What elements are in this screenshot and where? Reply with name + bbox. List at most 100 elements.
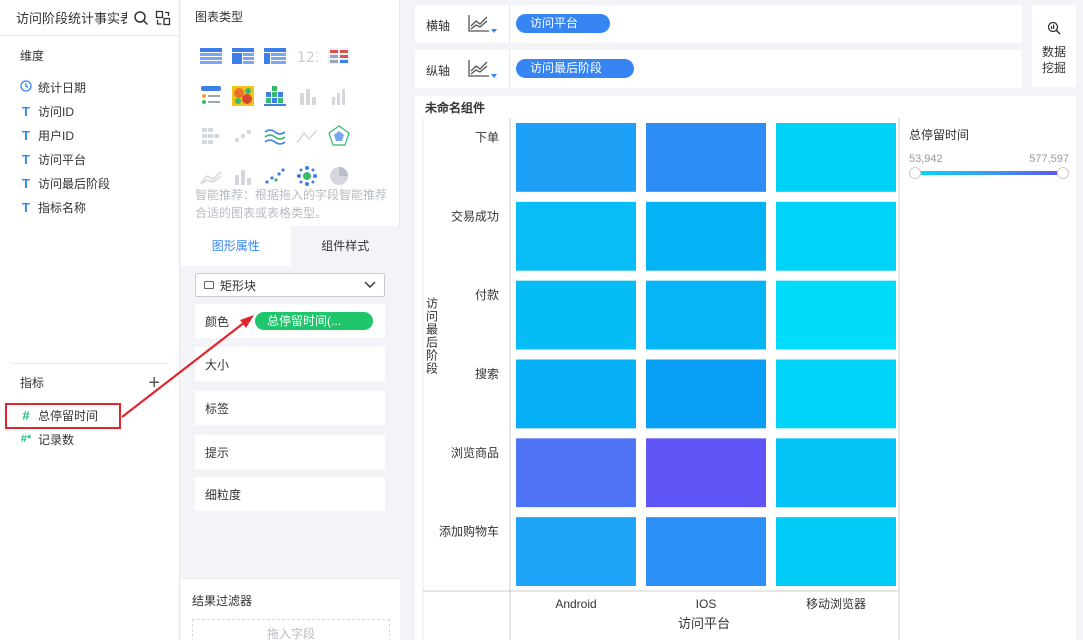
bar-grey-2-icon[interactable] bbox=[323, 76, 355, 116]
matrix-icon[interactable] bbox=[259, 76, 291, 116]
legend-max: 577,597 bbox=[1029, 153, 1069, 165]
line-chart-dropdown-icon[interactable] bbox=[467, 58, 499, 80]
svg-text:123: 123 bbox=[297, 50, 318, 64]
pivot-number-icon[interactable] bbox=[323, 36, 355, 76]
y-tick-label: 浏览商品 bbox=[451, 445, 499, 460]
kpi-number-icon[interactable]: 123 bbox=[291, 36, 323, 76]
clock-icon bbox=[20, 79, 32, 95]
y-axis-field-pill[interactable]: 访问最后阶段 bbox=[516, 59, 634, 78]
heatmap-cell bbox=[646, 517, 766, 586]
dimension-field-metric-name[interactable]: T 指标名称 bbox=[0, 195, 179, 219]
text-type-icon: T bbox=[22, 199, 30, 215]
tooltip-property-row[interactable]: 提示 bbox=[195, 435, 385, 469]
chart-type-title: 图表类型 bbox=[195, 10, 244, 24]
chevron-down-icon bbox=[364, 278, 376, 292]
heatmap-cell bbox=[646, 201, 766, 271]
measure-field-record-count[interactable]: #* 记录数 bbox=[0, 427, 180, 451]
dimension-title-text: 维度 bbox=[20, 49, 45, 63]
y-axis-title-char: 访 bbox=[426, 297, 438, 311]
chart-component: 未命名组件 下单 交易成功 付款 搜索 浏览商品 添加购物车 Android IOS 移动浏览器… bbox=[415, 96, 1076, 640]
dimension-field-visit-id[interactable]: T 访问ID bbox=[0, 99, 179, 123]
field-label: 访问平台 bbox=[38, 152, 87, 167]
add-measure-icon[interactable]: + bbox=[148, 373, 160, 393]
chart-config-panel: 图表类型 123 智能推荐：根据拖入的字段智能推荐合适的图表或表格类型。 图形属… bbox=[181, 0, 400, 640]
heatmap-cell bbox=[776, 280, 896, 350]
dimension-field-user-id[interactable]: T 用户ID bbox=[0, 123, 179, 147]
data-mining-icon bbox=[1032, 21, 1076, 38]
dimension-field-platform[interactable]: T 访问平台 bbox=[0, 147, 179, 171]
divider bbox=[509, 5, 510, 43]
number-type-icon: #* bbox=[20, 433, 32, 445]
scatter-grey-icon[interactable] bbox=[227, 116, 259, 156]
list-card-icon[interactable] bbox=[195, 76, 227, 116]
tab-component-style[interactable]: 组件样式 bbox=[290, 226, 400, 266]
data-mining-button[interactable]: 数据挖掘 bbox=[1032, 5, 1076, 87]
table-icon[interactable] bbox=[195, 36, 227, 76]
heatmap-cell bbox=[516, 438, 636, 508]
x-tick-label: IOS bbox=[696, 597, 717, 611]
graph-properties-panel: 矩形块 颜色 总停留时间(... 大小 标签 提示 细粒度 bbox=[181, 266, 400, 578]
radar-icon[interactable] bbox=[323, 116, 355, 156]
field-label: 指标名称 bbox=[38, 200, 87, 215]
granularity-property-row[interactable]: 细粒度 bbox=[195, 477, 385, 511]
heatmap-cell bbox=[776, 517, 896, 586]
chart-type-grid: 123 bbox=[195, 36, 387, 196]
search-icon[interactable] bbox=[133, 10, 149, 26]
heatmap-icon[interactable] bbox=[227, 76, 259, 116]
rectangle-icon bbox=[204, 281, 214, 289]
dimension-field-last-stage[interactable]: T 访问最后阶段 bbox=[0, 171, 179, 195]
legend-gradient bbox=[909, 167, 1069, 179]
divider bbox=[509, 50, 510, 88]
grouped-table-icon[interactable] bbox=[227, 36, 259, 76]
data-mining-label: 数据挖掘 bbox=[1041, 45, 1066, 75]
switch-datasource-icon[interactable] bbox=[155, 10, 171, 26]
line-grey-icon[interactable] bbox=[291, 116, 323, 156]
shape-select[interactable]: 矩形块 bbox=[195, 273, 385, 297]
cross-table-icon[interactable] bbox=[259, 36, 291, 76]
highlight-box bbox=[5, 403, 121, 429]
datasource-title: 访问阶段统计事实表 bbox=[16, 11, 127, 26]
heatmap-cell bbox=[646, 359, 766, 429]
stacked-grid-icon[interactable] bbox=[195, 116, 227, 156]
field-label: 统计日期 bbox=[38, 80, 87, 95]
heatmap-cell bbox=[646, 123, 766, 192]
legend-min: 53,942 bbox=[909, 153, 943, 165]
x-tick-label: 移动浏览器 bbox=[806, 596, 866, 611]
smart-recommend-text: 智能推荐：根据拖入的字段智能推荐合适的图表或表格类型。 bbox=[195, 188, 388, 220]
x-axis-label: 横轴 bbox=[426, 19, 451, 33]
heatmap-cell bbox=[516, 359, 636, 429]
filter-drop-zone[interactable]: 拖入字段 bbox=[192, 619, 390, 640]
color-field-pill[interactable]: 总停留时间(... bbox=[255, 312, 374, 330]
y-axis-title-char: 阶 bbox=[426, 349, 438, 363]
heatmap-cell bbox=[776, 438, 896, 508]
wave-line-icon[interactable] bbox=[259, 116, 291, 156]
shape-select-value: 矩形块 bbox=[220, 278, 257, 293]
y-tick-label: 搜索 bbox=[475, 366, 499, 381]
legend-gradient-bar bbox=[919, 171, 1057, 175]
text-type-icon: T bbox=[22, 151, 30, 167]
size-property-row[interactable]: 大小 bbox=[195, 347, 385, 381]
line-chart-dropdown-icon[interactable] bbox=[467, 13, 499, 35]
color-property-row[interactable]: 颜色 总停留时间(... bbox=[195, 304, 385, 338]
tab-graph-properties[interactable]: 图形属性 bbox=[181, 226, 291, 266]
heatmap-cell bbox=[516, 517, 636, 586]
heatmap-cell bbox=[776, 123, 896, 192]
legend-title: 总停留时间 bbox=[909, 128, 970, 142]
dimension-field-date[interactable]: 统计日期 bbox=[0, 75, 179, 99]
bar-grey-icon[interactable] bbox=[291, 76, 323, 116]
heatmap-cell bbox=[516, 280, 636, 350]
divider bbox=[12, 363, 167, 364]
legend-max-handle[interactable] bbox=[1057, 167, 1069, 179]
label-property-row[interactable]: 标签 bbox=[195, 391, 385, 425]
text-type-icon: T bbox=[22, 103, 30, 119]
heatmap-cell bbox=[776, 359, 896, 429]
field-label: 记录数 bbox=[38, 432, 75, 447]
dimension-section-title: 维度 bbox=[0, 45, 179, 67]
y-axis-title-char: 后 bbox=[426, 336, 438, 350]
result-filter-title: 结果过滤器 bbox=[192, 594, 253, 608]
legend-min-handle[interactable] bbox=[909, 167, 921, 179]
property-tabs: 图形属性 组件样式 bbox=[181, 226, 400, 266]
x-axis-field-pill[interactable]: 访问平台 bbox=[516, 14, 610, 33]
y-axis-label: 纵轴 bbox=[426, 64, 451, 78]
size-label: 大小 bbox=[205, 357, 230, 372]
